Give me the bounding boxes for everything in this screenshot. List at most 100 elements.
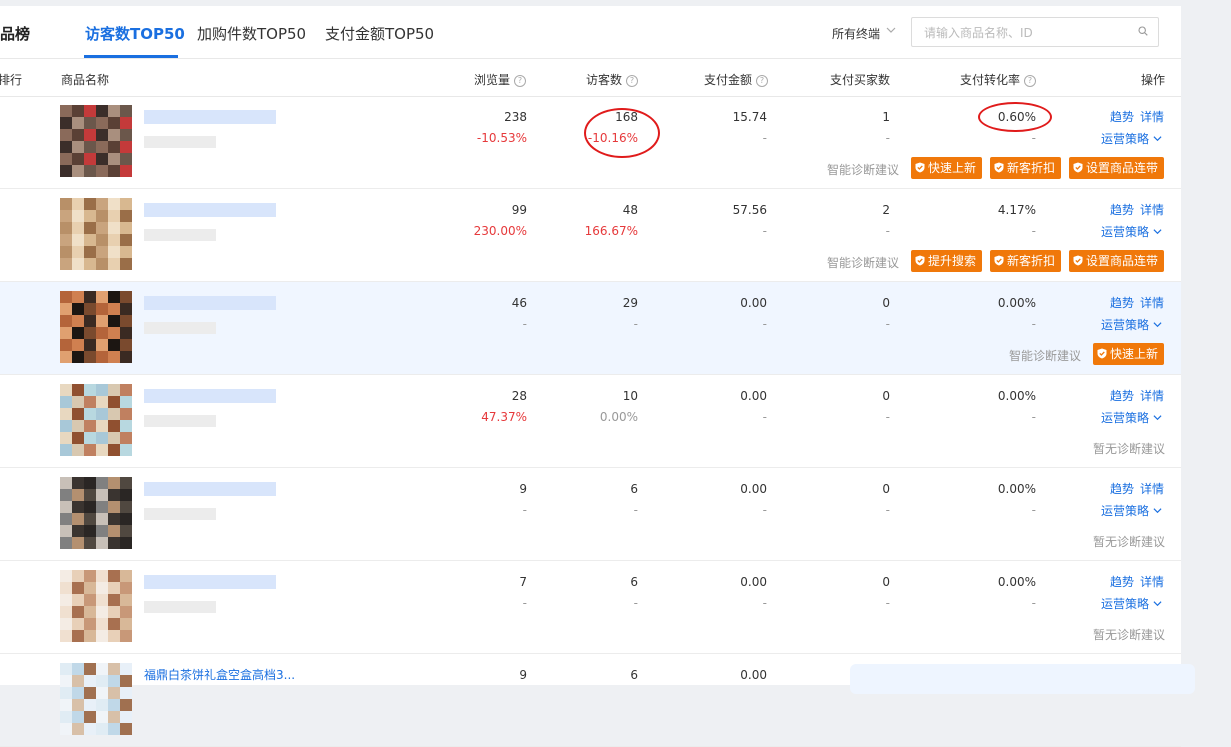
diagnosis-tag-button[interactable]: 设置商品连带 — [1069, 250, 1165, 272]
detail-link[interactable]: 详情 — [1140, 480, 1164, 497]
strategy-dropdown[interactable]: 运营策略 — [1101, 502, 1162, 519]
table-row: 46 - 29 - 0.00 - 0 - 0.00% - 趋势 详情 运营策略 智能诊断建议 快速上新 — [0, 282, 1181, 375]
search-input[interactable] — [922, 24, 1126, 42]
tab-visitors-top50[interactable]: 访客数TOP50 — [85, 23, 185, 44]
thumbnail-pixel — [96, 489, 108, 501]
col-pay-amount-label: 支付金额 — [704, 73, 753, 87]
help-icon[interactable]: ? — [514, 74, 527, 87]
promo-banner[interactable] — [850, 664, 1195, 694]
thumbnail-pixel — [120, 246, 132, 258]
col-views[interactable]: 浏览量? — [474, 71, 527, 88]
tab-addcart-top50[interactable]: 加购件数TOP50 — [197, 23, 306, 44]
product-name-blurred[interactable] — [144, 203, 276, 217]
product-id-blurred — [144, 322, 216, 334]
product-thumbnail[interactable] — [60, 291, 132, 363]
thumbnail-pixel — [108, 582, 120, 594]
detail-link[interactable]: 详情 — [1140, 108, 1164, 125]
table-row: 9 - 6 - 0.00 - 0 - 0.00% - 趋势 详情 运营策略 暂无诊断建议 — [0, 468, 1181, 561]
search-box[interactable] — [911, 17, 1159, 47]
trend-link[interactable]: 趋势 — [1110, 294, 1134, 311]
search-icon[interactable] — [1138, 26, 1148, 36]
thumbnail-pixel — [60, 198, 72, 210]
cell-buyers: 0 — [882, 575, 890, 589]
thumbnail-pixel — [108, 165, 120, 177]
col-product-name: 商品名称 — [61, 73, 110, 87]
cell-conversion: 0.00% — [997, 482, 1036, 496]
cell-buyers-change: - — [885, 410, 890, 424]
strategy-dropdown[interactable]: 运营策略 — [1101, 409, 1162, 426]
thumbnail-pixel — [72, 291, 84, 303]
help-icon[interactable]: ? — [626, 74, 639, 87]
detail-link[interactable]: 详情 — [1140, 387, 1164, 404]
cell-visitors: 10 — [622, 389, 638, 403]
product-name-blurred[interactable] — [144, 389, 276, 403]
trend-link[interactable]: 趋势 — [1110, 201, 1134, 218]
thumbnail-pixel — [96, 258, 108, 270]
thumbnail-pixel — [120, 687, 132, 699]
strategy-dropdown[interactable]: 运营策略 — [1101, 316, 1162, 333]
help-icon[interactable]: ? — [756, 74, 769, 87]
diagnosis-tag-button[interactable]: 快速上新 — [911, 157, 983, 179]
thumbnail-pixel — [108, 234, 120, 246]
no-diagnosis-label: 暂无诊断建议 — [1092, 442, 1165, 456]
trend-link[interactable]: 趋势 — [1110, 573, 1134, 590]
thumbnail-pixel — [72, 723, 84, 735]
thumbnail-pixel — [84, 210, 96, 222]
cell-conversion: 0.00% — [997, 296, 1036, 310]
product-name-link[interactable]: 福鼎白茶饼礼盒空盒高档3... — [144, 666, 295, 683]
cell-views: 238 — [504, 110, 527, 124]
thumbnail-pixel — [60, 723, 72, 735]
col-conversion[interactable]: 支付转化率? — [960, 71, 1037, 88]
thumbnail-pixel — [108, 141, 120, 153]
diagnosis-tag-button[interactable]: 快速上新 — [1093, 343, 1165, 365]
detail-link[interactable]: 详情 — [1140, 294, 1164, 311]
strategy-dropdown[interactable]: 运营策略 — [1101, 223, 1162, 240]
product-thumbnail[interactable] — [60, 105, 132, 177]
chevron-down-icon — [1153, 322, 1162, 328]
product-thumbnail[interactable] — [60, 570, 132, 642]
trend-link[interactable]: 趋势 — [1110, 387, 1134, 404]
diagnosis-tag-button[interactable]: 新客折扣 — [990, 250, 1062, 272]
thumbnail-pixel — [72, 432, 84, 444]
terminal-select[interactable]: 所有终端 — [832, 25, 880, 42]
trend-link[interactable]: 趋势 — [1110, 480, 1134, 497]
thumbnail-pixel — [60, 234, 72, 246]
cell-conversion-change: - — [1031, 317, 1036, 331]
strategy-dropdown[interactable]: 运营策略 — [1101, 130, 1162, 147]
diagnosis-tag-button[interactable]: 设置商品连带 — [1069, 157, 1165, 179]
col-visitors-label: 访客数 — [586, 73, 623, 87]
chevron-down-icon[interactable] — [886, 25, 896, 35]
product-name-blurred[interactable] — [144, 110, 276, 124]
col-pay-amount[interactable]: 支付金额? — [704, 71, 769, 88]
diagnosis-tag-label: 新客折扣 — [1007, 161, 1056, 175]
help-icon[interactable]: ? — [1024, 74, 1037, 87]
product-name-blurred[interactable] — [144, 482, 276, 496]
thumbnail-pixel — [96, 234, 108, 246]
trend-link[interactable]: 趋势 — [1110, 108, 1134, 125]
cell-buyers-change: - — [885, 596, 890, 610]
col-actions: 操作 — [1141, 73, 1166, 87]
detail-link[interactable]: 详情 — [1140, 201, 1164, 218]
product-thumbnail[interactable] — [60, 477, 132, 549]
cell-views: 7 — [519, 575, 527, 589]
cell-visitors: 6 — [630, 575, 638, 589]
product-name-blurred[interactable] — [144, 575, 276, 589]
diagnosis-tag-label: 提升搜索 — [928, 254, 977, 268]
detail-link[interactable]: 详情 — [1140, 573, 1164, 590]
product-thumbnail[interactable] — [60, 663, 132, 735]
product-name-blurred[interactable] — [144, 296, 276, 310]
thumbnail-pixel — [84, 699, 96, 711]
col-visitors[interactable]: 访客数? — [586, 71, 639, 88]
thumbnail-pixel — [108, 117, 120, 129]
thumbnail-pixel — [96, 396, 108, 408]
thumbnail-pixel — [84, 687, 96, 699]
thumbnail-pixel — [96, 420, 108, 432]
product-thumbnail[interactable] — [60, 198, 132, 270]
product-thumbnail[interactable] — [60, 384, 132, 456]
diagnosis-tag-button[interactable]: 提升搜索 — [911, 250, 983, 272]
diagnosis-tag-button[interactable]: 新客折扣 — [990, 157, 1062, 179]
table-header: 排行 商品名称 浏览量? 访客数? 支付金额? 支付买家数 支付转化率? 操作 — [0, 58, 1181, 97]
col-pay-buyers: 支付买家数 — [830, 73, 891, 87]
tab-payment-top50[interactable]: 支付金额TOP50 — [325, 23, 434, 44]
strategy-dropdown[interactable]: 运营策略 — [1101, 595, 1162, 612]
